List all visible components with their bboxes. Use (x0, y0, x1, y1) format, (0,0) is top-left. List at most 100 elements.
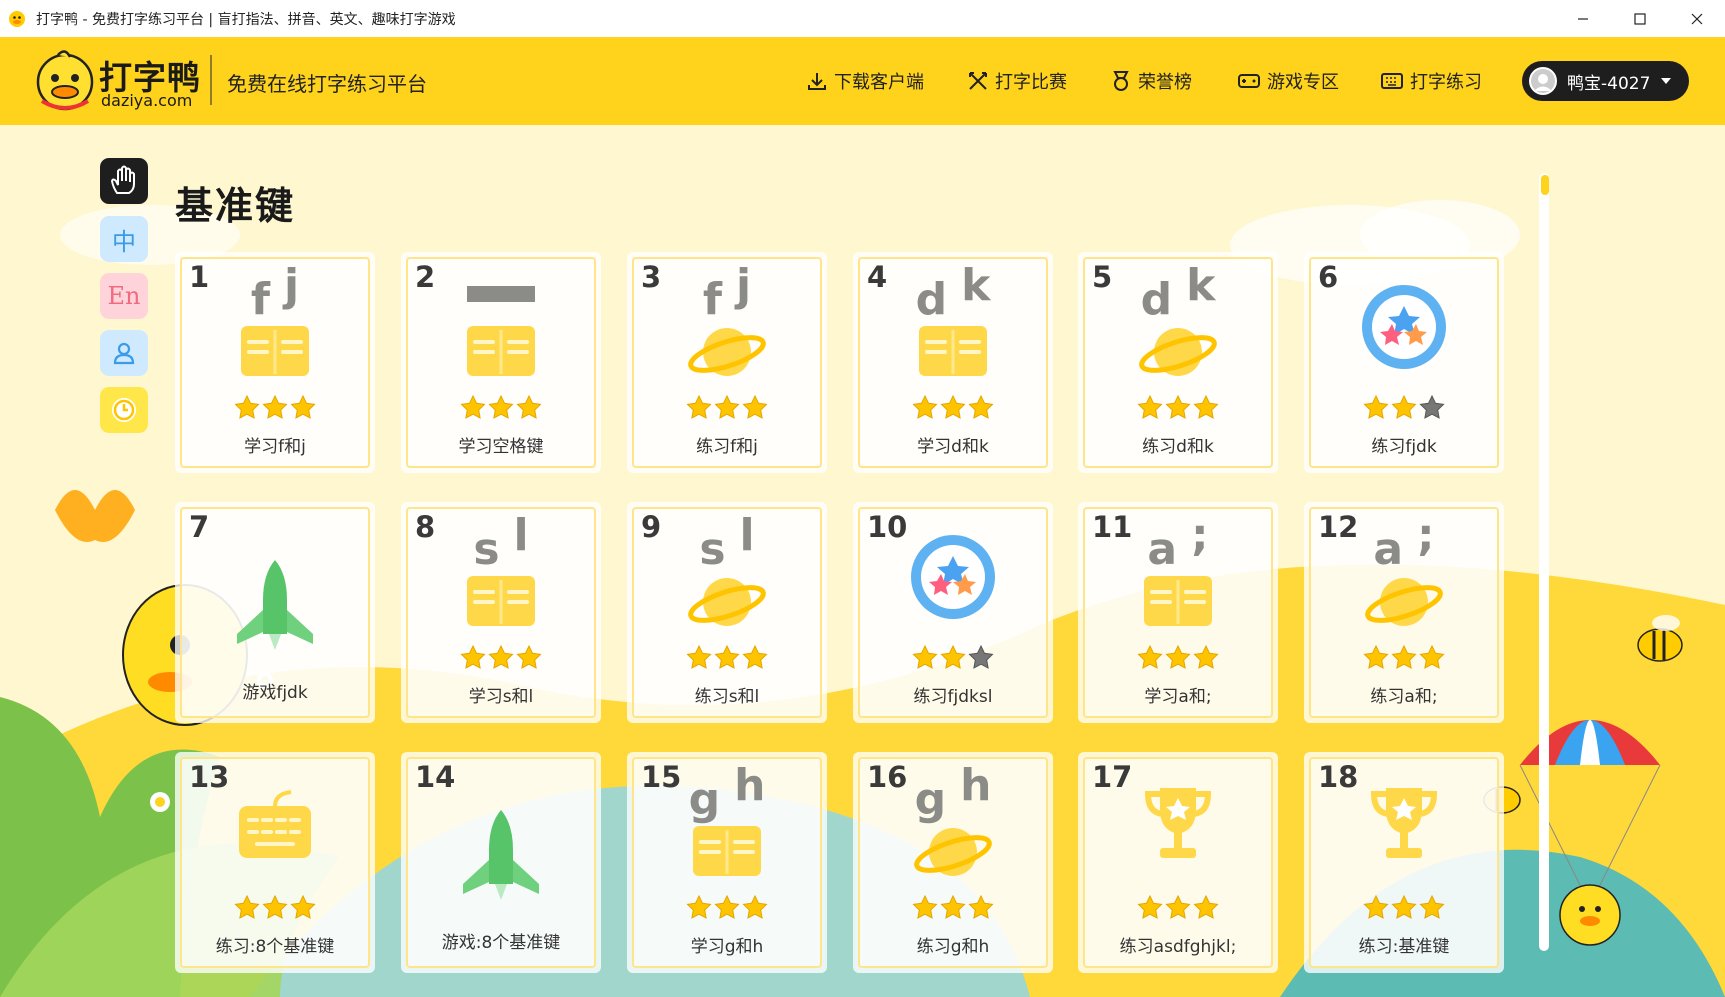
lesson-stars (853, 645, 1053, 673)
lesson-card[interactable]: 15 g h 学习g和h (627, 752, 827, 973)
lesson-stars (1078, 895, 1278, 923)
maximize-button[interactable] (1611, 0, 1668, 37)
star-empty-icon (1419, 395, 1445, 419)
lesson-label: 游戏:8个基准键 (441, 933, 561, 953)
lesson-card[interactable]: 5 d k 练习d和k (1078, 252, 1278, 473)
star-filled-icon (940, 895, 966, 919)
trophy-icon (1138, 782, 1218, 870)
star-filled-icon (714, 895, 740, 919)
lesson-label: 练习g和h (916, 937, 990, 957)
sidebar-item-history[interactable] (100, 387, 148, 433)
planet-icon (687, 572, 767, 636)
star-filled-icon (1391, 645, 1417, 669)
nav-typing-practice[interactable]: 打字练习 (1380, 37, 1482, 125)
star-filled-icon (1165, 645, 1191, 669)
chinese-icon: 中 (112, 227, 136, 256)
star-filled-icon (460, 645, 486, 669)
lesson-key: g (914, 774, 947, 825)
star-filled-icon (460, 395, 486, 419)
lesson-card[interactable]: 11 a; 学习a和; (1078, 502, 1278, 723)
lesson-card[interactable]: 7 游戏fjdk (175, 502, 375, 723)
lesson-keys: sl (627, 510, 827, 575)
site-slogan: 免费在线打字练习平台 (227, 72, 427, 96)
site-header: 打字鸭 daziya.com 免费在线打字练习平台 下载客户端 打字比赛 荣誉榜… (0, 37, 1725, 125)
star-filled-icon (290, 895, 316, 919)
star-filled-icon (742, 395, 768, 419)
lesson-keys: gh (627, 760, 827, 825)
star-filled-icon (1363, 645, 1389, 669)
lesson-keys: gh (853, 760, 1053, 825)
lesson-keys: fj (627, 260, 827, 325)
lesson-keys: dk (1078, 260, 1278, 325)
lesson-card[interactable]: 12 a; 练习a和; (1304, 502, 1504, 723)
lesson-number: 17 (1092, 760, 1133, 794)
star-filled-icon (940, 395, 966, 419)
avatar (1529, 67, 1557, 95)
sidebar-item-user[interactable] (100, 330, 148, 376)
star-filled-icon (1137, 645, 1163, 669)
lesson-card[interactable]: 4 d k 学习d和k (853, 252, 1053, 473)
nav-competition[interactable]: 打字比赛 (967, 37, 1067, 125)
lesson-label: 学习f和j (244, 437, 306, 457)
user-menu-button[interactable]: 鸭宝-4027 (1522, 61, 1689, 101)
sidebar-item-english[interactable]: En (100, 273, 148, 319)
nav-competition-label: 打字比赛 (995, 72, 1067, 93)
lesson-label: 学习g和h (690, 937, 764, 957)
lesson-stars (1078, 395, 1278, 423)
lesson-card[interactable]: 8 s l 学习s和l (401, 502, 601, 723)
lesson-stars (401, 395, 601, 423)
sidebar-item-chinese[interactable]: 中 (100, 216, 148, 262)
keyboard-icon (1381, 73, 1403, 89)
lesson-key: j (736, 260, 752, 311)
close-icon (1691, 13, 1702, 24)
lesson-stars (1304, 645, 1504, 673)
lesson-label: 练习a和; (1370, 687, 1438, 707)
lesson-card[interactable]: 10 练习fjdksl (853, 502, 1053, 723)
minimize-button[interactable] (1554, 0, 1611, 37)
lesson-card[interactable]: 16 g h 练习g和h (853, 752, 1053, 973)
star-filled-icon (686, 895, 712, 919)
lesson-key: f (702, 274, 723, 325)
lesson-card[interactable]: 2 学习空格键 (401, 252, 601, 473)
lesson-card[interactable]: 17 练习asdfghjkl; (1078, 752, 1278, 973)
lesson-label: 游戏fjdk (242, 683, 308, 703)
nav-games[interactable]: 游戏专区 (1237, 37, 1339, 125)
duck-logo-icon[interactable] (34, 45, 96, 115)
nav-honor[interactable]: 荣誉榜 (1110, 37, 1192, 125)
lesson-label: 练习s和l (694, 687, 760, 707)
lesson-stars (853, 395, 1053, 423)
lesson-card[interactable]: 1 f j 学习f和j (175, 252, 375, 473)
lesson-stars (401, 645, 601, 673)
planet-icon (1138, 322, 1218, 386)
lesson-card[interactable]: 9 s l 练习s和l (627, 502, 827, 723)
lesson-key: a (1373, 524, 1404, 575)
app-duck-icon (9, 10, 25, 27)
lesson-number: 7 (189, 510, 210, 544)
nav-download[interactable]: 下载客户端 (806, 37, 924, 125)
scrollbar-thumb[interactable] (1541, 175, 1549, 195)
star-filled-icon (1363, 895, 1389, 919)
star-filled-icon (1419, 645, 1445, 669)
lesson-label: 练习fjdk (1371, 437, 1437, 457)
rocket-icon (455, 806, 547, 910)
lesson-stars (627, 645, 827, 673)
brand-domain: daziya.com (101, 91, 193, 110)
lesson-card[interactable]: 14 游戏:8个基准键 (401, 752, 601, 973)
lesson-number: 14 (415, 760, 456, 794)
lesson-label: 练习fjdksl (913, 687, 993, 707)
sidebar-item-basic-keys[interactable] (100, 158, 148, 204)
lesson-card[interactable]: 13 练习:8个基准键 (175, 752, 375, 973)
lesson-card[interactable]: 3 f j 练习f和j (627, 252, 827, 473)
star-filled-icon (714, 395, 740, 419)
history-icon (112, 398, 136, 422)
star-filled-icon (1137, 395, 1163, 419)
lesson-stars (627, 895, 827, 923)
scrollbar-track[interactable] (1539, 173, 1549, 951)
lesson-card[interactable]: 6 练习fjdk (1304, 252, 1504, 473)
lesson-stars (175, 895, 375, 923)
close-window-button[interactable] (1668, 0, 1725, 37)
lesson-card[interactable]: 18 练习:基准键 (1304, 752, 1504, 973)
star-filled-icon (1193, 645, 1219, 669)
lesson-key: k (961, 260, 991, 311)
star-filled-icon (1363, 395, 1389, 419)
